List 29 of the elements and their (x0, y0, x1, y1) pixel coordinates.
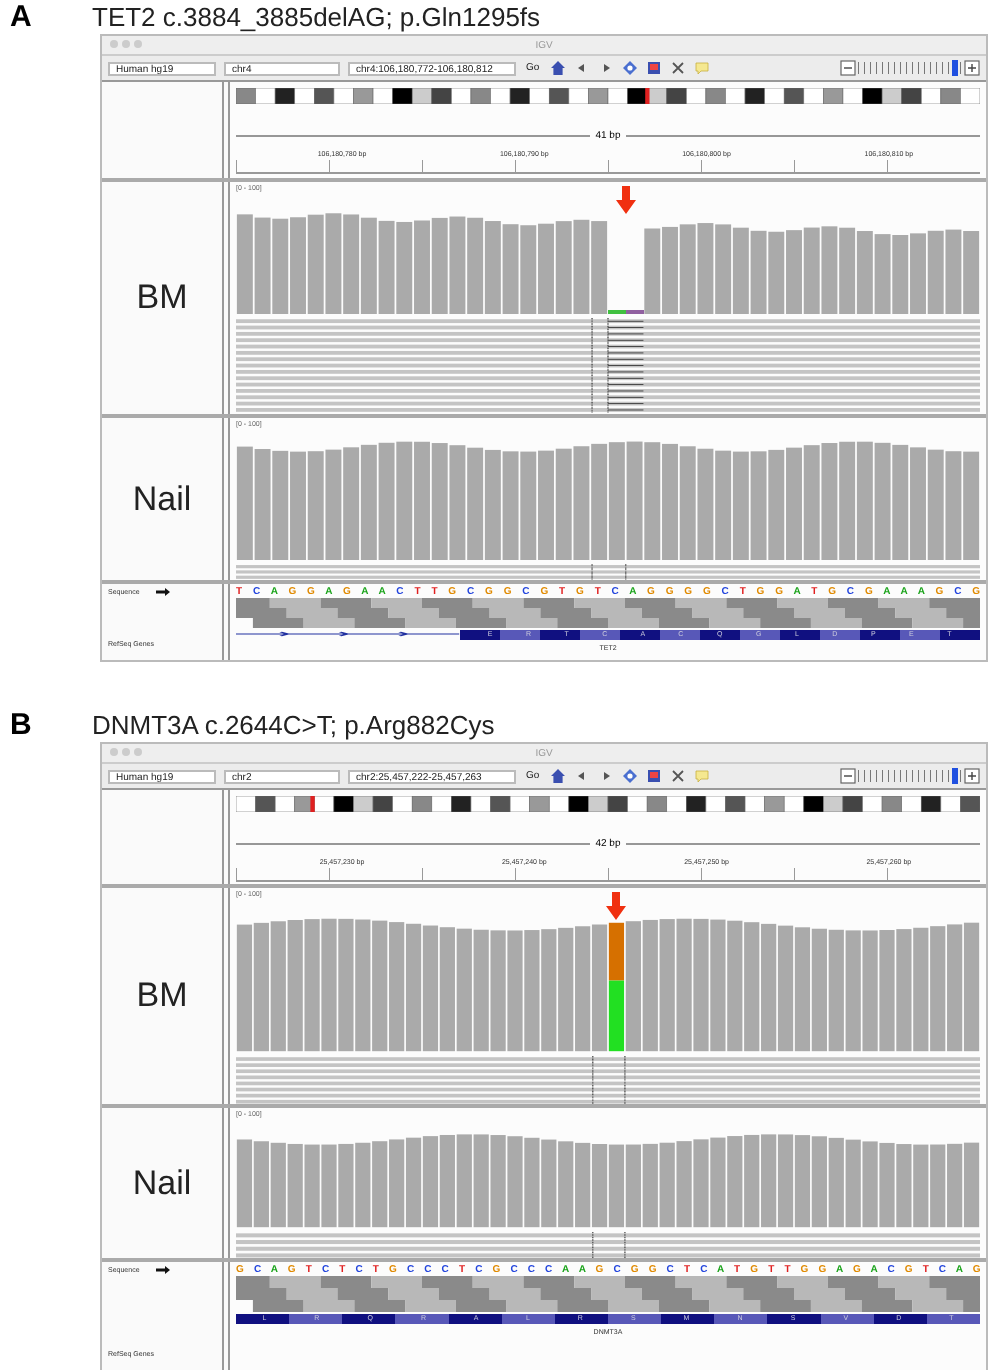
crosshair-icon[interactable] (621, 60, 638, 76)
zoom-in-icon[interactable] (964, 768, 980, 784)
crosshair-icon[interactable] (621, 768, 638, 784)
sample-label: BM (136, 278, 188, 318)
home-icon[interactable] (549, 768, 566, 784)
home-icon[interactable] (549, 60, 566, 76)
zoom-in-icon[interactable] (964, 60, 980, 76)
zoom-out-icon[interactable] (840, 60, 856, 76)
zoom-slider[interactable] (858, 770, 962, 782)
insertion-marker (608, 310, 644, 315)
arrow-icon (615, 186, 636, 214)
zoom-out-icon[interactable] (840, 768, 856, 784)
back-icon[interactable] (573, 768, 590, 784)
arrow-icon (606, 892, 627, 920)
ruler-icon[interactable] (645, 60, 662, 76)
zoom-slider[interactable] (858, 62, 962, 74)
sample-label: BM (136, 976, 188, 1016)
ruler-icon[interactable] (645, 768, 662, 784)
panel-label: A (8, 0, 34, 34)
strand-arrow-icon[interactable] (155, 588, 170, 596)
sample-label: Nail (132, 479, 192, 519)
strand-arrow-icon[interactable] (155, 1266, 170, 1274)
figure-title: TET2 c.3884_3885delAG; p.Gln1295fs (92, 2, 541, 32)
back-icon[interactable] (573, 60, 590, 76)
resize-icon[interactable] (669, 768, 686, 784)
panel-label: B (8, 708, 34, 742)
figure-title: DNMT3A c.2644C>T; p.Arg882Cys (92, 710, 495, 740)
resize-icon[interactable] (669, 60, 686, 76)
sample-label: Nail (132, 1163, 192, 1203)
